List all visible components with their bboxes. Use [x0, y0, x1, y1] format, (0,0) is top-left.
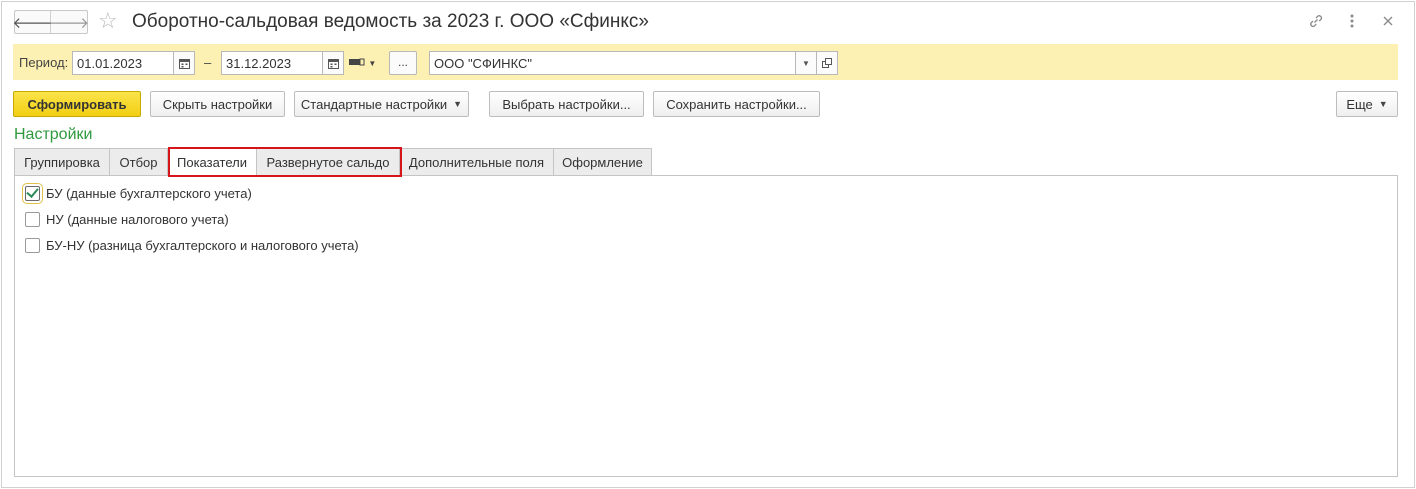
period-start-value: 01.01.2023: [77, 56, 143, 71]
tab-appearance[interactable]: Оформление: [553, 148, 652, 175]
period-end-value: 31.12.2023: [226, 56, 292, 71]
tab-expanded-balance[interactable]: Развернутое сальдо: [256, 148, 400, 175]
standard-settings-button[interactable]: Стандартные настройки ▼: [294, 91, 469, 117]
chevron-down-icon: ▼: [802, 58, 810, 68]
calendar-icon: [327, 58, 339, 69]
more-vertical-icon[interactable]: [1344, 12, 1360, 30]
period-bar: Период: 01.01.2023 – 31.12.2023 ▼ ... ОО…: [13, 44, 1398, 80]
chevron-down-icon: ▼: [1378, 99, 1388, 109]
tab-indicators[interactable]: Показатели: [167, 148, 257, 176]
indicator-label: БУ (данные бухгалтерского учета): [46, 185, 252, 201]
close-icon[interactable]: [1380, 12, 1396, 30]
calendar-icon: [178, 58, 190, 69]
period-type-dropdown[interactable]: ▼: [349, 55, 376, 69]
hide-settings-button[interactable]: Скрыть настройки: [150, 91, 285, 117]
arrow-left-icon: 🡐: [12, 14, 53, 32]
indicator-label: НУ (данные налогового учета): [46, 211, 229, 227]
arrow-right-icon: 🡒: [48, 14, 90, 32]
forward-button[interactable]: 🡒: [48, 11, 90, 33]
indicator-row-nu[interactable]: НУ (данные налогового учета): [25, 209, 229, 229]
calendar-button[interactable]: [322, 51, 344, 75]
period-dash: –: [204, 55, 212, 70]
more-label: Еще: [1346, 96, 1373, 112]
organization-field[interactable]: ООО "СФИНКС" ▼: [429, 51, 838, 75]
organization-value: ООО "СФИНКС": [434, 56, 532, 71]
more-button[interactable]: Еще ▼: [1336, 91, 1398, 117]
period-start-field[interactable]: 01.01.2023: [72, 51, 195, 75]
calendar-button[interactable]: [173, 51, 195, 75]
standard-settings-label: Стандартные настройки: [300, 96, 448, 112]
report-window: 🡐 🡒 ☆ Оборотно-сальдовая ведомость за 20…: [1, 1, 1415, 488]
chevron-down-icon: ▼: [453, 99, 463, 109]
chevron-down-icon: ▼: [368, 59, 377, 68]
back-button[interactable]: 🡐: [12, 11, 53, 33]
star-icon[interactable]: ☆: [98, 9, 118, 33]
choose-settings-button[interactable]: Выбрать настройки...: [489, 91, 644, 117]
period-type-icon: [349, 58, 365, 66]
page-title: Оборотно-сальдовая ведомость за 2023 г. …: [132, 11, 649, 32]
save-settings-button[interactable]: Сохранить настройки...: [653, 91, 820, 117]
tab-additional-fields[interactable]: Дополнительные поля: [399, 148, 554, 175]
organization-dropdown-button[interactable]: ▼: [795, 51, 817, 75]
period-label: Период:: [19, 55, 69, 70]
settings-heading: Настройки: [14, 126, 93, 143]
window-actions: [1308, 12, 1396, 30]
open-window-icon: [822, 58, 832, 68]
indicators-panel: БУ (данные бухгалтерского учета) НУ (дан…: [14, 175, 1398, 477]
navigation-buttons: 🡐 🡒: [12, 10, 90, 34]
period-end-field[interactable]: 31.12.2023: [221, 51, 344, 75]
indicator-row-bu[interactable]: БУ (данные бухгалтерского учета): [22, 182, 252, 204]
indicator-label: БУ-НУ (разница бухгалтерского и налогово…: [46, 237, 359, 253]
checkbox-bu-nu[interactable]: [25, 237, 40, 253]
checkbox-bu[interactable]: [22, 182, 43, 204]
checkbox-nu[interactable]: [25, 211, 40, 227]
link-icon[interactable]: [1308, 12, 1324, 30]
title-bar: 🡐 🡒 ☆ Оборотно-сальдовая ведомость за 20…: [2, 2, 1414, 42]
tab-grouping[interactable]: Группировка: [14, 148, 110, 175]
indicator-row-bu-nu[interactable]: БУ-НУ (разница бухгалтерского и налогово…: [25, 235, 359, 255]
select-period-button[interactable]: ...: [389, 51, 417, 75]
open-organization-button[interactable]: [816, 51, 838, 75]
checkmark-icon: [26, 184, 39, 198]
tab-filter[interactable]: Отбор: [109, 148, 168, 175]
generate-button[interactable]: Сформировать: [13, 91, 141, 117]
